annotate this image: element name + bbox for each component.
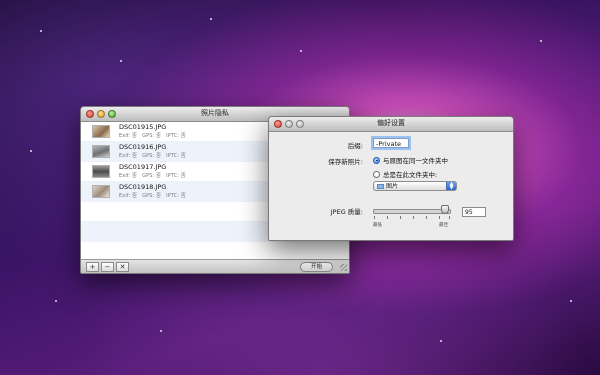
iptc-status: IPTC: 否 — [166, 193, 186, 199]
suffix-label: 后缀: — [347, 142, 363, 150]
slider-tick — [439, 216, 440, 219]
photo-thumbnail — [92, 165, 110, 178]
exif-status: Exif: 否 — [119, 173, 138, 179]
jpeg-quality-label: JPEG 质量: — [330, 208, 363, 216]
add-button[interactable]: + — [86, 262, 99, 272]
photo-filename: DSC01916.JPG — [119, 143, 167, 151]
gps-status: GPS: 否 — [142, 133, 162, 139]
slider-tick — [426, 216, 427, 219]
radio-selected-icon[interactable] — [373, 156, 380, 164]
range-low-label: 最低 — [373, 223, 382, 228]
gps-status: GPS: 否 — [142, 173, 162, 179]
prefs-window-title: 偏好设置 — [377, 119, 405, 127]
start-button[interactable]: 开始 — [300, 262, 333, 272]
jpeg-quality-slider[interactable] — [373, 209, 451, 214]
radio-same-folder-label: 与原图在同一文件夹中 — [383, 157, 448, 165]
iptc-status: IPTC: 否 — [166, 153, 186, 159]
radio-always-folder[interactable]: 总是在此文件夹中: — [373, 169, 437, 179]
slider-tick — [413, 216, 414, 219]
radio-unselected-icon[interactable] — [373, 170, 380, 178]
folder-popup-value: 图片 — [386, 183, 399, 190]
photo-metadata: Exif: 否 GPS: 否 IPTC: 否 — [119, 172, 186, 179]
photo-metadata: Exif: 否 GPS: 否 IPTC: 否 — [119, 192, 186, 199]
photo-thumbnail — [92, 145, 110, 158]
slider-tick — [449, 216, 450, 219]
iptc-status: IPTC: 否 — [166, 133, 186, 139]
main-bottom-bar: + − ✕ 开始 — [81, 259, 349, 273]
exif-status: Exif: 否 — [119, 133, 138, 139]
photo-filename: DSC01915.JPG — [119, 123, 167, 131]
suffix-field[interactable]: -Private — [373, 138, 409, 148]
prefs-titlebar[interactable]: 偏好设置 — [269, 117, 513, 132]
remove-button[interactable]: − — [101, 262, 114, 272]
folder-icon — [377, 184, 384, 189]
photo-metadata: Exif: 否 GPS: 否 IPTC: 否 — [119, 152, 186, 159]
range-high-label: 最佳 — [439, 223, 448, 228]
slider-tick — [374, 216, 375, 219]
slider-tick — [400, 216, 401, 219]
preferences-window: 偏好设置 后缀: -Private 保存新照片: 与原图在同一文件夹中 总是在此… — [268, 116, 514, 241]
gps-status: GPS: 否 — [142, 193, 162, 199]
exif-status: Exif: 否 — [119, 193, 138, 199]
photo-filename: DSC01917.JPG — [119, 163, 167, 171]
photo-filename: DSC01918.JPG — [119, 183, 167, 191]
updown-arrows-icon: ▲ ▼ — [446, 182, 456, 191]
folder-popup[interactable]: 图片 ▲ ▼ — [373, 181, 457, 191]
iptc-status: IPTC: 否 — [166, 173, 186, 179]
clear-button[interactable]: ✕ — [116, 262, 129, 272]
jpeg-quality-field[interactable]: 95 — [462, 207, 486, 217]
slider-knob[interactable] — [441, 205, 450, 214]
save-location-label: 保存新照片: — [328, 158, 363, 166]
exif-status: Exif: 否 — [119, 153, 138, 159]
radio-always-folder-label: 总是在此文件夹中: — [383, 171, 438, 179]
slider-tick — [387, 216, 388, 219]
photo-thumbnail — [92, 185, 110, 198]
resize-grip-icon[interactable] — [340, 264, 347, 271]
gps-status: GPS: 否 — [142, 153, 162, 159]
photo-thumbnail — [92, 125, 110, 138]
photo-metadata: Exif: 否 GPS: 否 IPTC: 否 — [119, 132, 186, 139]
radio-same-folder[interactable]: 与原图在同一文件夹中 — [373, 155, 448, 165]
